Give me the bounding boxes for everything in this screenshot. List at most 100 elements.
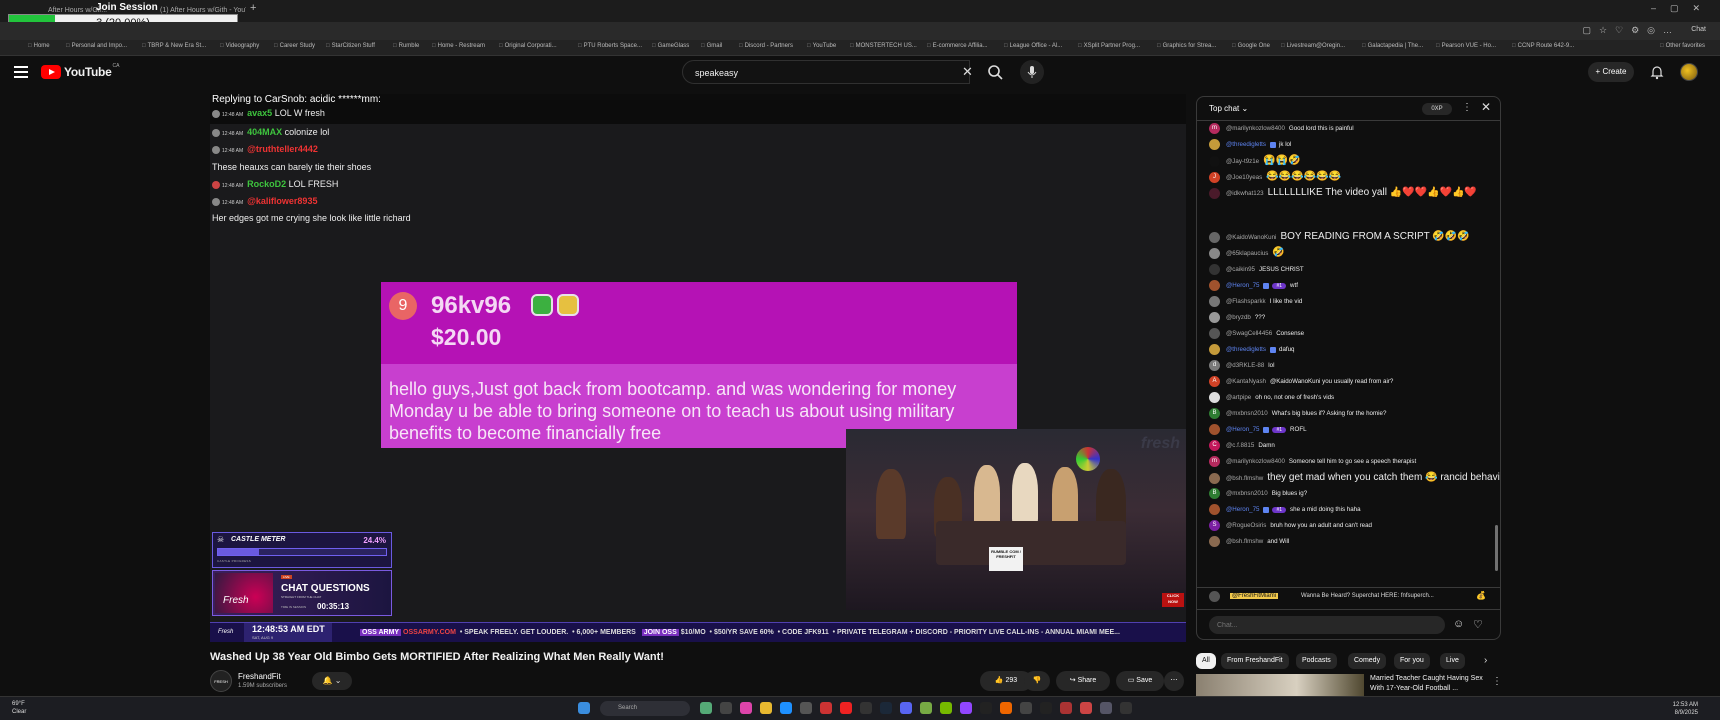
video-player[interactable]: Replying to CarSnob: acidic ******mm: 12… <box>210 94 1186 642</box>
bookmark[interactable]: Home - Restream <box>432 43 485 49</box>
chat-message[interactable]: m @marilynkozlow8400 Someone tell him to g… <box>1209 456 1416 467</box>
app-icon[interactable] <box>1000 702 1012 714</box>
chat-avatar[interactable] <box>1209 139 1220 150</box>
chat-author[interactable]: @c.f.8815 <box>1226 442 1254 449</box>
chat-author[interactable]: @Jay-t9z1e <box>1226 158 1259 165</box>
app-icon[interactable] <box>720 702 732 714</box>
chat-message[interactable]: A @KantaNyash @KaidoWanoKuni you usually r… <box>1209 376 1393 387</box>
bookmark[interactable]: TBRP & New Era St... <box>142 43 207 49</box>
chat-avatar[interactable]: m <box>1209 456 1220 467</box>
bookmark[interactable]: YouTube <box>807 43 837 49</box>
browser-toolbar-icons[interactable]: ▢☆♡⚙◎… <box>1582 25 1680 36</box>
chat-avatar[interactable] <box>1209 536 1220 547</box>
chat-avatar[interactable]: S <box>1209 520 1220 531</box>
chip-for-you[interactable]: For you <box>1394 653 1430 669</box>
chat-author[interactable]: @bsh.flmshw <box>1226 475 1263 482</box>
chat-mode-dropdown[interactable]: Top chat ⌄ <box>1209 104 1248 113</box>
taskbar-clock[interactable]: 12:53 AM 8/9/2025 <box>1673 701 1698 717</box>
chat-avatar[interactable] <box>1209 392 1220 403</box>
create-button[interactable]: + Create <box>1588 62 1634 82</box>
chat-message[interactable]: @threedigletts dafuq <box>1209 344 1294 355</box>
app-icon[interactable] <box>820 702 832 714</box>
browser-chat-button[interactable]: Chat <box>1691 26 1706 33</box>
chat-avatar[interactable]: J <box>1209 171 1220 183</box>
heart-icon[interactable]: ♡ <box>1473 618 1483 631</box>
chat-message[interactable]: S @RogueOsiris bruh how you an adult and c… <box>1209 520 1372 531</box>
chat-message[interactable]: @Jay-t9z1e 😭😭🤣 <box>1209 155 1300 167</box>
chat-message[interactable]: B @mxbnsn2010 What's big blues if? Asking … <box>1209 408 1386 419</box>
notifications-bell-icon[interactable] <box>1650 64 1664 80</box>
chat-author[interactable]: @Heron_75 <box>1226 506 1259 513</box>
account-avatar[interactable] <box>1680 63 1698 81</box>
chat-message[interactable]: @Heron_75 #1 wtf <box>1209 280 1298 291</box>
chat-message[interactable]: d @d3RKLE-88 lol <box>1209 360 1274 371</box>
chat-avatar[interactable] <box>1209 231 1220 243</box>
youtube-logo[interactable]: YouTube CA <box>41 63 119 80</box>
chat-avatar[interactable] <box>1209 312 1220 323</box>
chat-author[interactable]: @SwagCell4456 <box>1226 330 1272 337</box>
chat-message[interactable]: B @mxbnsn2010 Big blues ig? <box>1209 488 1307 499</box>
save-button[interactable]: ▭ Save <box>1116 671 1164 691</box>
twitch-icon[interactable] <box>960 702 972 714</box>
app-icon[interactable] <box>1120 702 1132 714</box>
chat-author[interactable]: @caikin95 <box>1226 266 1255 273</box>
app-icon[interactable] <box>1020 702 1032 714</box>
chip-all[interactable]: All <box>1196 653 1216 669</box>
chip-from-channel[interactable]: From FreshandFit <box>1221 653 1289 669</box>
chat-avatar[interactable] <box>1209 424 1220 435</box>
bookmark[interactable]: Other favorites <box>1660 43 1705 49</box>
new-tab-button[interactable]: + <box>250 2 256 14</box>
bookmark[interactable]: Google One <box>1232 43 1270 49</box>
dislike-button[interactable]: 👎 <box>1024 671 1050 691</box>
chevron-right-icon[interactable]: › <box>1484 655 1487 666</box>
chat-author[interactable]: @mxbnsn2010 <box>1226 490 1268 497</box>
bookmark[interactable]: E-commerce Affilia... <box>927 43 988 49</box>
recommended-more-icon[interactable]: ⋮ <box>1492 676 1502 687</box>
bookmark[interactable]: MONSTERTECH US... <box>850 43 917 49</box>
nvidia-icon[interactable] <box>940 702 952 714</box>
chat-avatar[interactable]: C <box>1209 440 1220 451</box>
clear-search-icon[interactable]: ✕ <box>962 64 973 80</box>
chat-avatar[interactable] <box>1209 155 1220 167</box>
chat-author[interactable]: @KantaNyash <box>1226 378 1266 385</box>
chat-author[interactable]: @Joe10yeas <box>1226 174 1262 181</box>
search-input[interactable] <box>695 65 935 81</box>
chat-message[interactable]: @Heron_75 #1 she a mid doing this haha <box>1209 504 1361 515</box>
bookmark[interactable]: Discord - Partners <box>739 43 793 49</box>
chat-author[interactable]: @marilynkozlow8400 <box>1226 458 1285 465</box>
chat-avatar[interactable] <box>1209 296 1220 307</box>
chat-avatar[interactable] <box>1209 472 1220 484</box>
chat-author[interactable]: @threedigletts <box>1226 346 1266 353</box>
chat-author[interactable]: @RogueOsiris <box>1226 522 1266 529</box>
app-icon[interactable] <box>1060 702 1072 714</box>
bookmark[interactable]: Graphics for Strea... <box>1157 43 1217 49</box>
chat-message[interactable]: C @c.f.8815 Damn <box>1209 440 1275 451</box>
chat-author[interactable]: @Flashsparkk <box>1226 298 1266 305</box>
chat-avatar[interactable] <box>1209 280 1220 291</box>
recommended-thumbnail[interactable] <box>1196 674 1364 696</box>
chat-message[interactable]: @bsh.flmshw they get mad when you catch t… <box>1209 472 1500 484</box>
chat-author[interactable]: @marilynkozlow8400 <box>1226 125 1285 132</box>
window-controls[interactable]: –▢✕ <box>1651 3 1714 14</box>
app-icon[interactable] <box>800 702 812 714</box>
bookmark[interactable]: League Office - Al... <box>1004 43 1063 49</box>
bookmark[interactable]: CCNP Route 642-9... <box>1512 43 1575 49</box>
app-icon[interactable] <box>1100 702 1112 714</box>
bookmark[interactable]: Career Study <box>274 43 315 49</box>
bookmark[interactable]: Gmail <box>701 43 723 49</box>
chat-more-icon[interactable]: ⋮ <box>1462 102 1472 113</box>
chat-avatar[interactable]: A <box>1209 376 1220 387</box>
chat-message[interactable]: @Heron_75 #1 ROFL <box>1209 424 1307 435</box>
chat-author[interactable]: @65klapaucius <box>1226 250 1268 257</box>
chat-avatar[interactable] <box>1209 264 1220 275</box>
chat-scrollbar[interactable] <box>1495 525 1498 571</box>
emoji-icon[interactable]: ☺ <box>1453 618 1464 630</box>
chat-message[interactable]: @KaidoWanoKuni BOY READING FROM A SCRIPT … <box>1209 231 1470 243</box>
bookmark[interactable]: Videography <box>220 43 260 49</box>
search-icon[interactable] <box>982 60 1010 84</box>
app-icon[interactable] <box>700 702 712 714</box>
channel-avatar[interactable]: FRESH <box>210 670 232 692</box>
youtube-icon[interactable] <box>840 702 852 714</box>
channel-name[interactable]: FreshandFit <box>238 672 281 681</box>
bookmark[interactable]: Personal and Impo... <box>66 43 127 49</box>
